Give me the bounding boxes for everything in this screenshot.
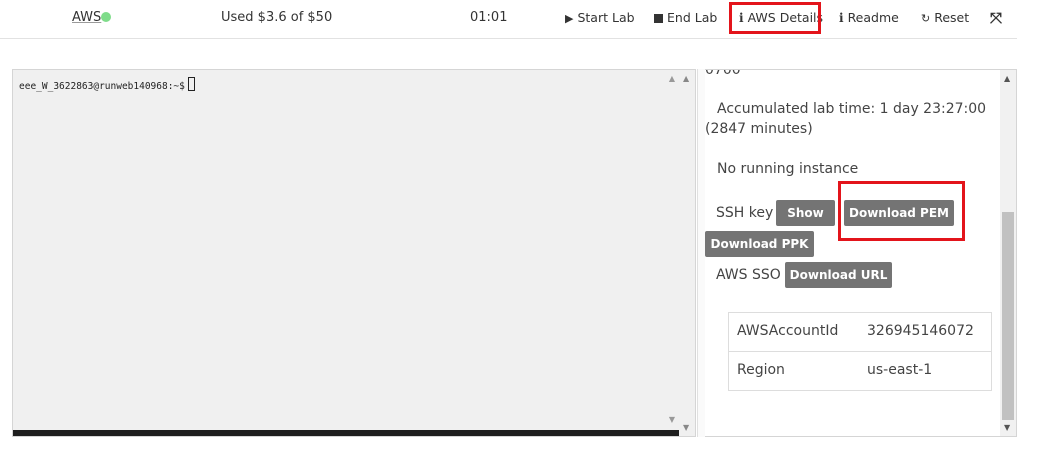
- play-icon: ▶: [565, 12, 574, 25]
- accumulated-lab-time: Accumulated lab time: 1 day 23:27:00: [717, 101, 987, 117]
- table-row: AWSAccountId 326945146072: [729, 313, 991, 352]
- status-dot-icon: [101, 12, 111, 22]
- reset-icon: ↻: [921, 12, 931, 25]
- table-value: us-east-1: [867, 362, 933, 378]
- info-icon: i: [839, 11, 844, 25]
- aws-console-link[interactable]: AWS: [72, 10, 101, 25]
- partial-text: 0700: [705, 69, 741, 78]
- budget-usage: Used $3.6 of $50: [221, 10, 333, 25]
- instance-status: No running instance: [717, 161, 859, 177]
- scroll-up-icon[interactable]: ▲: [683, 74, 689, 83]
- pane-resize-handle[interactable]: [697, 69, 705, 437]
- scroll-up-icon[interactable]: ▲: [669, 74, 675, 83]
- download-ppk-button[interactable]: Download PPK: [705, 231, 814, 257]
- session-timer: 01:01: [470, 10, 508, 25]
- table-key: AWSAccountId: [737, 323, 839, 339]
- terminal-vertical-scrollbar[interactable]: ▲ ▼: [679, 70, 695, 436]
- panel-vertical-scrollbar[interactable]: ▲ ▼: [1000, 70, 1016, 436]
- table-row: Region us-east-1: [729, 352, 991, 390]
- start-lab-button[interactable]: ▶ Start Lab: [565, 10, 635, 25]
- terminal-cursor: [187, 77, 195, 91]
- aws-sso-label: AWS SSO: [716, 267, 781, 283]
- scroll-down-icon[interactable]: ▼: [1004, 423, 1010, 432]
- prompt-text: eee_W_3622863@runweb140968:~$: [19, 81, 185, 92]
- show-ssh-key-button[interactable]: Show: [776, 200, 835, 226]
- aws-details-highlight: [729, 2, 821, 34]
- download-pem-highlight: [838, 181, 965, 241]
- scroll-down-icon[interactable]: ▼: [683, 423, 689, 432]
- end-lab-label: End Lab: [667, 10, 718, 25]
- reset-button[interactable]: ↻ Reset: [921, 10, 969, 25]
- accumulated-minutes: (2847 minutes): [705, 121, 813, 137]
- table-key: Region: [737, 362, 785, 378]
- ssh-key-label: SSH key: [716, 205, 774, 221]
- readme-button[interactable]: i Readme: [839, 10, 899, 25]
- readme-label: Readme: [847, 10, 899, 25]
- scrollbar-thumb[interactable]: [1002, 212, 1014, 420]
- scroll-down-icon[interactable]: ▼: [669, 415, 675, 424]
- fullscreen-icon[interactable]: ⤧: [990, 9, 1002, 27]
- terminal-prompt: eee_W_3622863@runweb140968:~$: [19, 77, 195, 92]
- terminal-horizontal-scrollbar[interactable]: [13, 430, 679, 436]
- start-lab-label: Start Lab: [577, 10, 635, 25]
- end-lab-button[interactable]: End Lab: [654, 10, 717, 25]
- aws-details-panel: 0700 Accumulated lab time: 1 day 23:27:0…: [705, 69, 1017, 437]
- lab-toolbar: AWS Used $3.6 of $50 01:01 ▶ Start Lab En…: [0, 0, 1017, 39]
- stop-icon: [654, 14, 663, 23]
- scroll-up-icon[interactable]: ▲: [1004, 74, 1010, 83]
- table-value: 326945146072: [867, 323, 974, 339]
- account-info-table: AWSAccountId 326945146072 Region us-east…: [728, 312, 992, 391]
- terminal-pane[interactable]: eee_W_3622863@runweb140968:~$ ▲ ▼ ▲ ▼: [12, 69, 696, 437]
- download-url-button[interactable]: Download URL: [785, 262, 892, 288]
- reset-label: Reset: [934, 10, 970, 25]
